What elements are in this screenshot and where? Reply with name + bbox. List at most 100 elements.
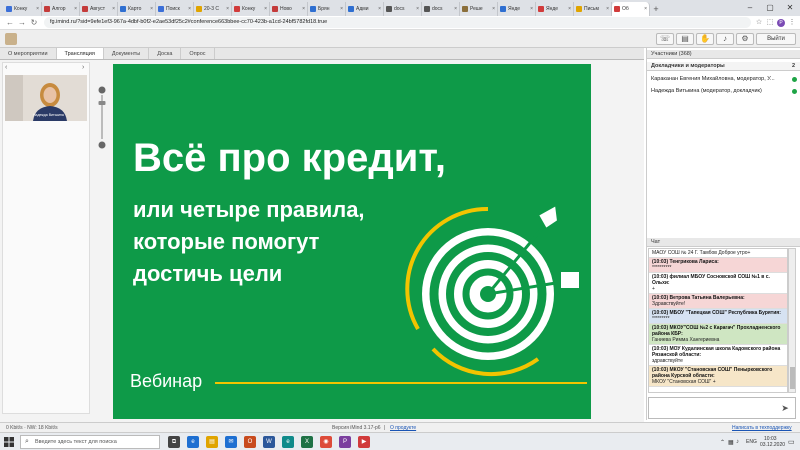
tab-close-icon[interactable]: × bbox=[416, 6, 419, 12]
browser-tab[interactable]: Конку × bbox=[4, 2, 42, 16]
chat-input[interactable] bbox=[648, 397, 796, 419]
browser-tab[interactable]: Алгор × bbox=[42, 2, 80, 16]
notifications-icon[interactable]: ▭ bbox=[788, 438, 795, 446]
moderators-group-label: Докладчики и модераторы bbox=[651, 63, 725, 69]
browser-tab[interactable]: Август × bbox=[80, 2, 118, 16]
volume-slider[interactable] bbox=[97, 85, 107, 155]
browser-tab-label: Алгор bbox=[52, 6, 66, 12]
tab-close-icon[interactable]: × bbox=[150, 6, 153, 12]
taskbar-search-placeholder: Введите здесь текст для поиска bbox=[35, 439, 117, 445]
tab-close-icon[interactable]: × bbox=[568, 6, 571, 12]
app-tab[interactable]: О мероприятии bbox=[0, 48, 57, 59]
taskbar-app-icon[interactable]: e bbox=[187, 436, 199, 448]
menu-icon[interactable]: ⋮ bbox=[788, 19, 796, 27]
tab-close-icon[interactable]: × bbox=[492, 6, 495, 12]
microphone-icon[interactable]: ♪ bbox=[716, 33, 734, 45]
language-indicator[interactable]: ENG bbox=[746, 439, 757, 445]
profile-avatar[interactable]: Р bbox=[777, 18, 785, 27]
maximize-icon[interactable]: ▢ bbox=[760, 0, 780, 16]
browser-tab[interactable]: Конку × bbox=[232, 2, 270, 16]
participant-row[interactable]: Караканан Евгения Михайловна, модератор,… bbox=[651, 76, 797, 82]
browser-tab[interactable]: Реше × bbox=[460, 2, 498, 16]
minimize-icon[interactable]: – bbox=[740, 0, 760, 16]
taskbar-app-icon[interactable]: ⧉ bbox=[168, 436, 180, 448]
tab-close-icon[interactable]: × bbox=[264, 6, 267, 12]
phone-icon[interactable]: ☏ bbox=[656, 33, 674, 45]
speaker-camera[interactable]: Надежда Витькина bbox=[5, 75, 87, 121]
browser-tab[interactable]: Янде × bbox=[498, 2, 536, 16]
app-tab[interactable]: Опрос bbox=[181, 48, 215, 59]
browser-tab[interactable]: Адми × bbox=[346, 2, 384, 16]
online-status-icon bbox=[792, 89, 797, 94]
chat-header[interactable]: Чат bbox=[647, 238, 800, 247]
taskbar-app-icon[interactable]: W bbox=[263, 436, 275, 448]
tab-close-icon[interactable]: × bbox=[530, 6, 533, 12]
taskbar-app-icon[interactable]: ✉ bbox=[225, 436, 237, 448]
chat-message: (10:03) МБОУ "Тапецкая СОШ" Республика Б… bbox=[649, 309, 787, 324]
tab-close-icon[interactable]: × bbox=[454, 6, 457, 12]
tab-close-icon[interactable]: × bbox=[644, 6, 647, 12]
moderators-group[interactable]: Докладчики и модераторы 2 bbox=[647, 62, 800, 71]
taskbar-app-icon[interactable]: e bbox=[282, 436, 294, 448]
browser-tab-label: Письм bbox=[584, 6, 599, 12]
chat-message: (10:03) МКОУ"СОШ №2 с Карагач" Прохладне… bbox=[649, 324, 787, 345]
forward-icon[interactable]: → bbox=[16, 18, 28, 27]
app-tab[interactable]: Доска bbox=[149, 48, 182, 59]
volume-icon[interactable]: ♪ bbox=[736, 439, 739, 445]
browser-tab[interactable]: docs × bbox=[384, 2, 422, 16]
taskbar-app-icon[interactable]: X bbox=[301, 436, 313, 448]
settings-icon[interactable]: ⚙ bbox=[736, 33, 754, 45]
clock-date[interactable]: 03.12.2020 bbox=[760, 442, 785, 448]
participant-row[interactable]: Надежда Витькина (модератор, докладчик) bbox=[651, 88, 797, 94]
window-controls: – ▢ ✕ bbox=[740, 0, 800, 16]
chat-scroll-thumb[interactable] bbox=[790, 367, 795, 389]
windows-start-icon[interactable] bbox=[2, 435, 16, 449]
tab-close-icon[interactable]: × bbox=[188, 6, 191, 12]
extension-icon[interactable]: ⬚ bbox=[766, 19, 774, 27]
taskbar-search[interactable]: ⌕ Введите здесь текст для поиска bbox=[20, 435, 160, 449]
app-tab[interactable]: Трансляция bbox=[56, 48, 104, 59]
tab-close-icon[interactable]: × bbox=[112, 6, 115, 12]
star-icon[interactable]: ☆ bbox=[755, 19, 763, 27]
participants-header[interactable]: Участники (368) bbox=[647, 50, 800, 59]
tab-close-icon[interactable]: × bbox=[378, 6, 381, 12]
browser-tab[interactable]: Брян × bbox=[308, 2, 346, 16]
tab-close-icon[interactable]: × bbox=[302, 6, 305, 12]
slide-webinar-label: Вебинар bbox=[130, 371, 203, 391]
browser-tab[interactable]: Янде × bbox=[536, 2, 574, 16]
exit-button[interactable]: Выйти bbox=[756, 33, 796, 45]
tab-close-icon[interactable]: × bbox=[74, 6, 77, 12]
taskbar-app-icon[interactable]: P bbox=[339, 436, 351, 448]
reload-icon[interactable]: ↻ bbox=[28, 18, 40, 27]
taskbar-app-icon[interactable]: ◉ bbox=[320, 436, 332, 448]
app-tab[interactable]: Документы bbox=[104, 48, 150, 59]
back-icon[interactable]: ← bbox=[4, 18, 16, 27]
tab-close-icon[interactable]: × bbox=[606, 6, 609, 12]
browser-tab[interactable]: Об × bbox=[612, 2, 650, 16]
browser-tab[interactable]: Письм × bbox=[574, 2, 612, 16]
raise-hand-icon[interactable]: ✋ bbox=[696, 33, 714, 45]
new-tab-button[interactable]: + bbox=[650, 2, 662, 16]
browser-tab[interactable]: Ново × bbox=[270, 2, 308, 16]
close-window-icon[interactable]: ✕ bbox=[780, 0, 800, 16]
chat-message: (10:03) МКОУ "Становская СОШ" Пенырковск… bbox=[649, 366, 787, 387]
browser-tab[interactable]: docs × bbox=[422, 2, 460, 16]
tab-close-icon[interactable]: × bbox=[36, 6, 39, 12]
chat-scrollbar[interactable] bbox=[788, 248, 796, 393]
taskbar-app-icon[interactable]: O bbox=[244, 436, 256, 448]
taskbar-app-icon[interactable]: ▤ bbox=[206, 436, 218, 448]
tab-close-icon[interactable]: × bbox=[226, 6, 229, 12]
network-icon[interactable]: ▦ bbox=[728, 439, 734, 446]
taskbar-app-icon[interactable]: ▶ bbox=[358, 436, 370, 448]
browser-tab[interactable]: 20-3 С × bbox=[194, 2, 232, 16]
tab-close-icon[interactable]: × bbox=[340, 6, 343, 12]
send-button[interactable]: ➤ bbox=[778, 401, 792, 415]
url-field[interactable]: fg.imind.ru/?sid=9efe1ef3-967a-4dbf-b0f2… bbox=[44, 17, 751, 28]
browser-tab[interactable]: Карто × bbox=[118, 2, 156, 16]
panel-left-arrow-icon[interactable]: ‹ bbox=[5, 64, 11, 71]
chat-log[interactable]: МАОУ СОШ № 24 Г. Тамбов Доброе утро+ (10:… bbox=[648, 248, 788, 393]
tray-chevron-icon[interactable]: ⌃ bbox=[720, 439, 725, 446]
document-icon[interactable]: ▤ bbox=[676, 33, 694, 45]
panel-right-arrow-icon[interactable]: › bbox=[82, 64, 88, 71]
browser-tab[interactable]: Поиск × bbox=[156, 2, 194, 16]
